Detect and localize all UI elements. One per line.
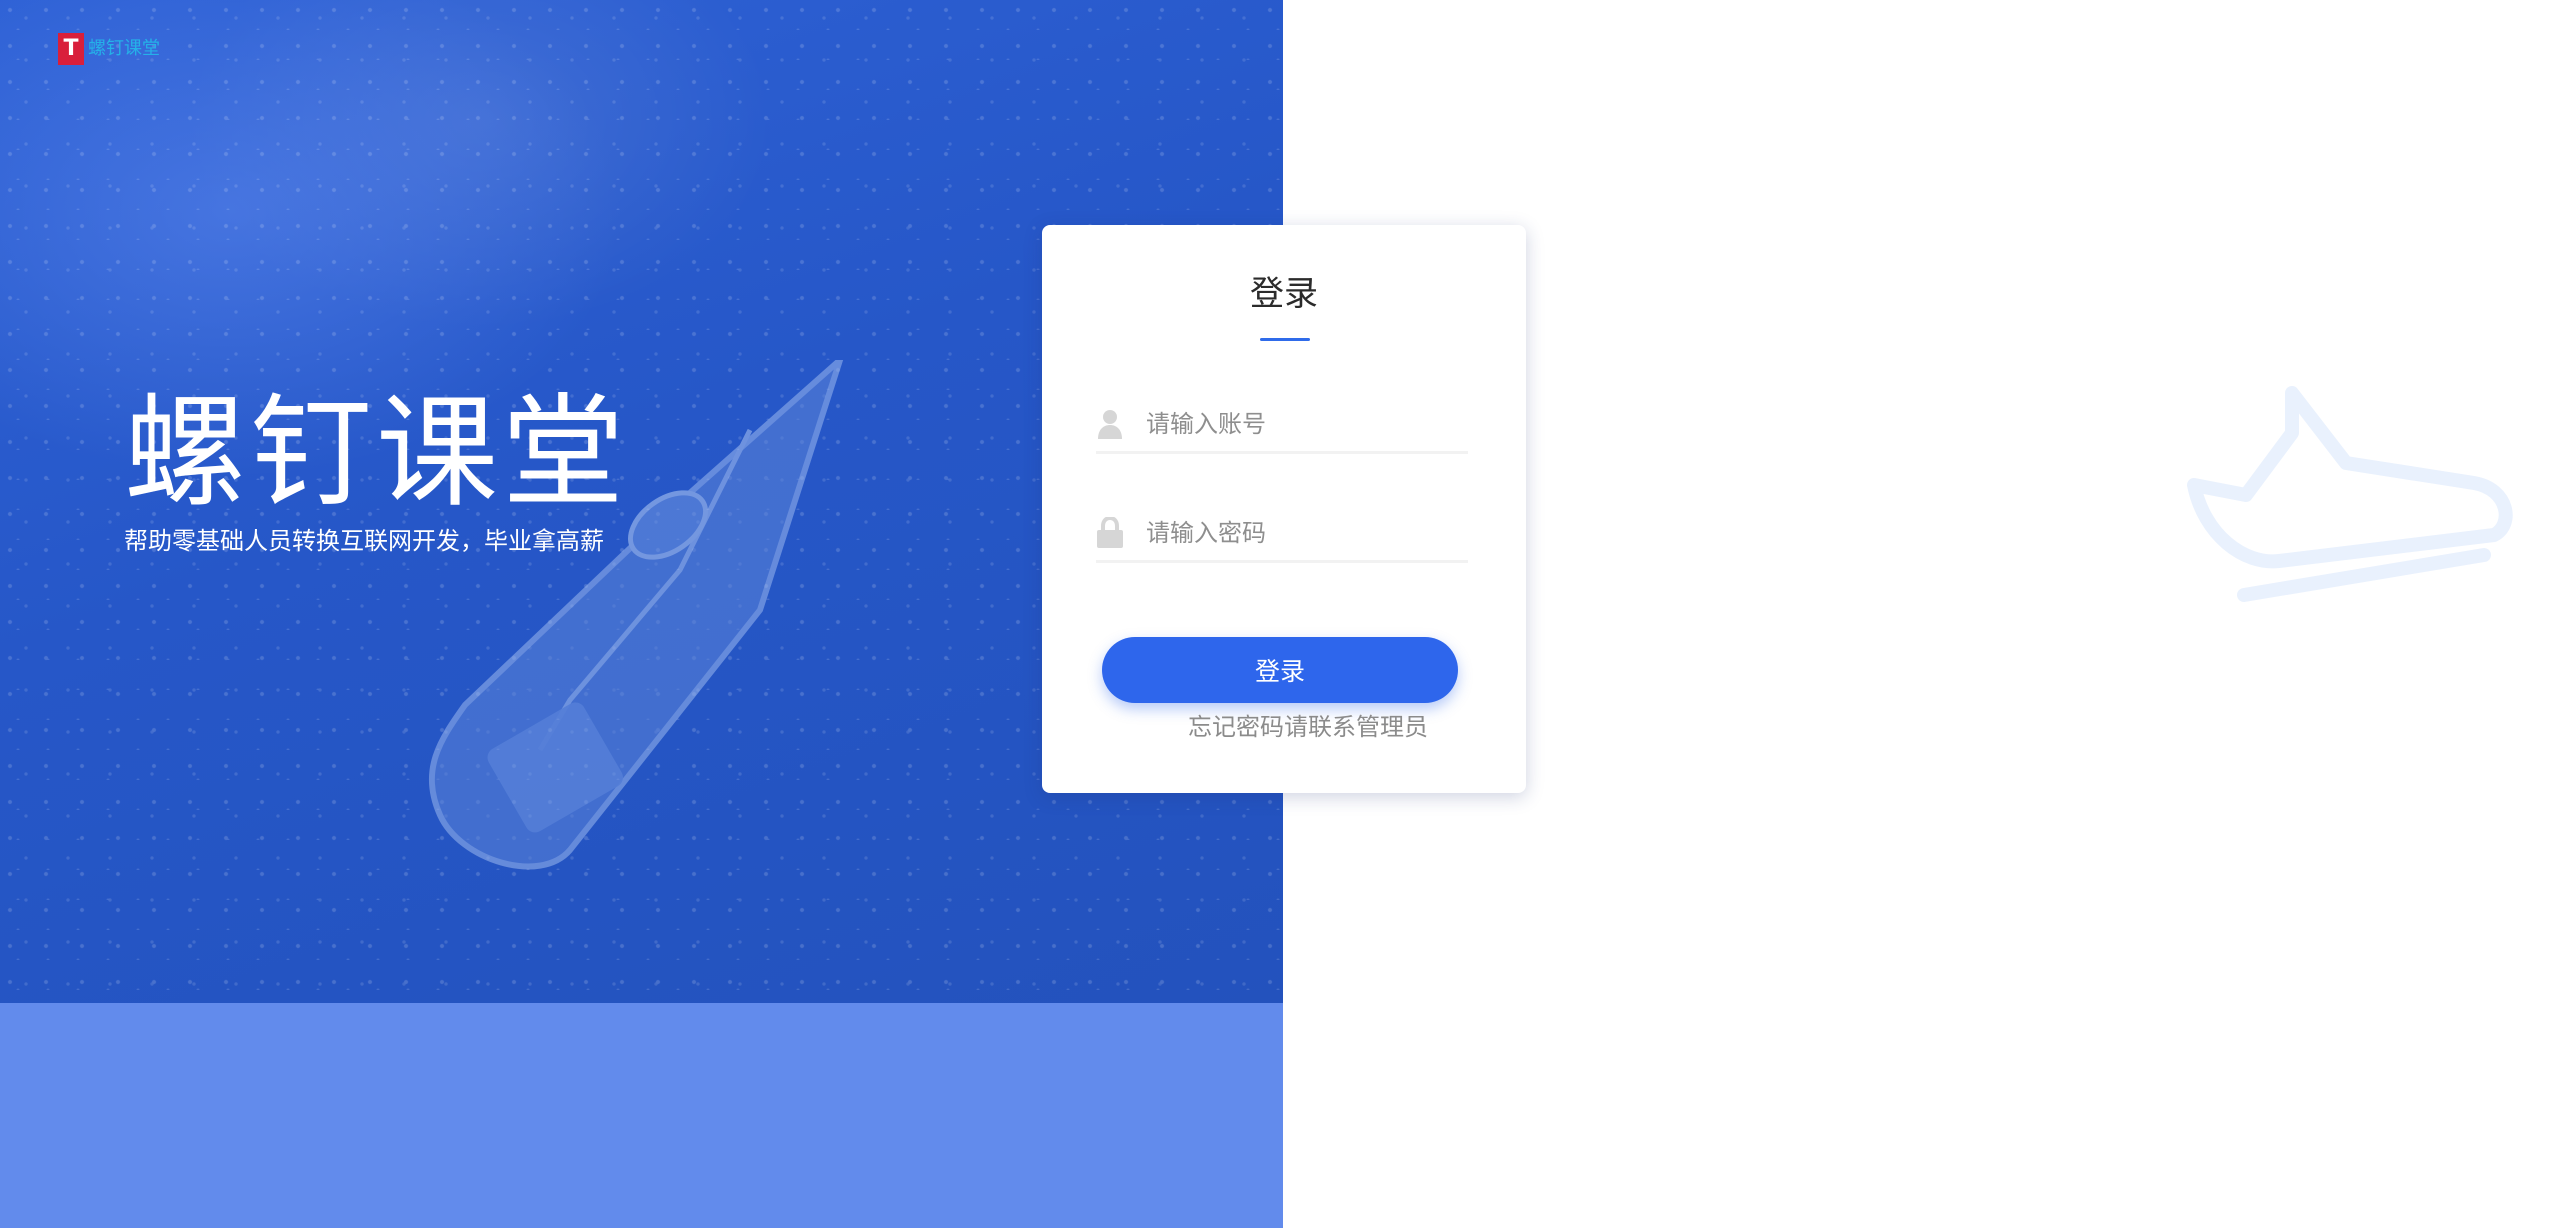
password-field [1096,506,1468,563]
lock-icon [1096,517,1124,549]
account-input[interactable] [1146,404,1468,444]
login-button[interactable]: 登录 [1102,637,1458,703]
login-title: 登录 [1250,274,1318,314]
forgot-password-link[interactable]: 忘记密码请联系管理员 [1188,713,1428,742]
paper-plane-icon [2187,386,2513,602]
logo[interactable]: T 螺钉课堂 [58,33,160,65]
account-field [1096,397,1468,454]
password-input[interactable] [1146,513,1468,553]
login-card: 登录 登录 忘记密码请联系管理员 [1042,225,1526,793]
hero-bottom-band [0,1003,1283,1228]
user-icon [1096,408,1124,440]
hero-subtitle: 帮助零基础人员转换互联网开发，毕业拿高薪 [124,527,604,555]
logo-mark-icon: T [58,33,84,65]
login-title-underline [1260,338,1310,341]
logo-text: 螺钉课堂 [88,38,160,59]
hero-title: 螺钉课堂 [124,382,628,524]
